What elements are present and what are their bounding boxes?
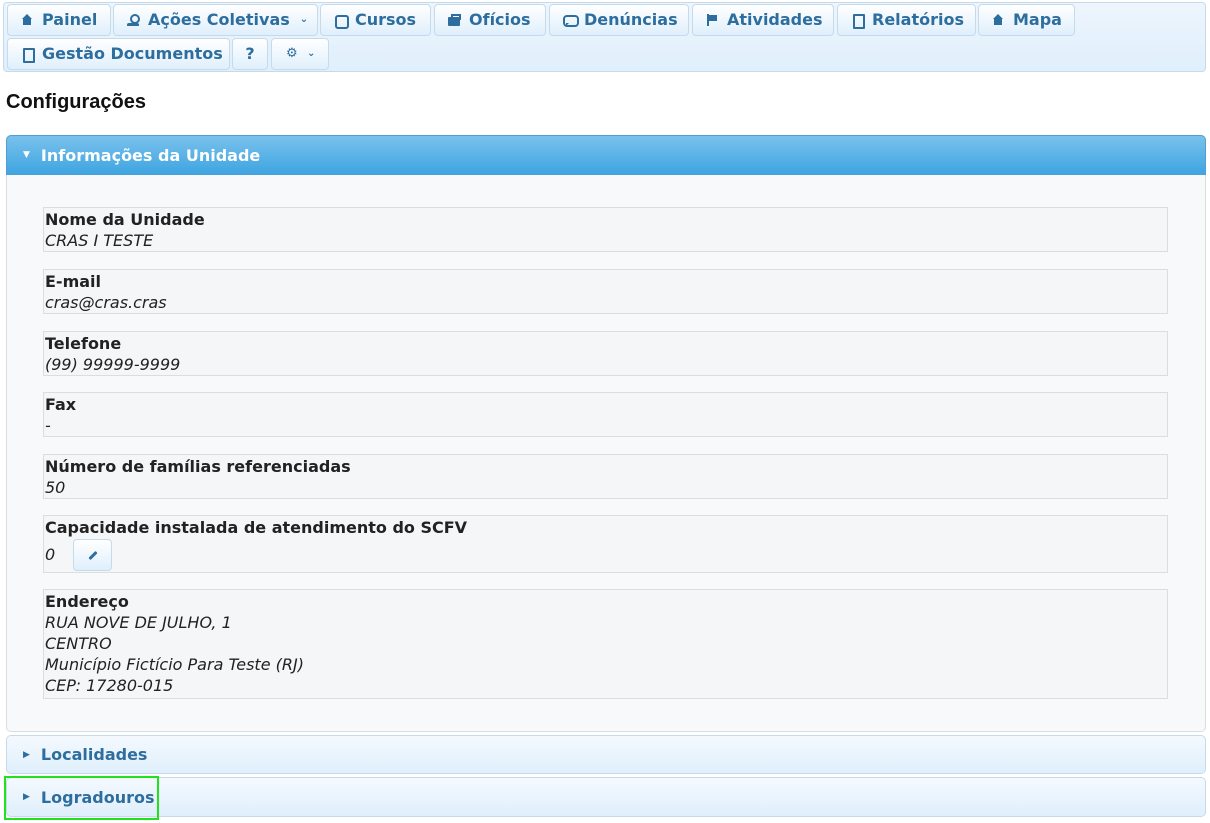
chevron-down-icon: ⌄ <box>299 14 309 25</box>
home-icon <box>21 14 33 26</box>
field-capacidade-scfv: Capacidade instalada de atendimento do S… <box>43 515 1168 573</box>
flag-icon <box>706 14 718 26</box>
field-value: 0 <box>45 545 56 564</box>
menu-oficios-label: Ofícios <box>469 10 531 29</box>
accordion-logradouros-title: Logradouros <box>40 787 155 807</box>
field-fax: Fax - <box>43 392 1168 437</box>
chevron-down-icon: ⌄ <box>307 48 316 59</box>
menu-painel-label: Painel <box>42 10 98 29</box>
page-title: Configurações <box>6 91 147 113</box>
field-value: - <box>45 416 51 435</box>
field-label: Nome da Unidade <box>45 210 205 229</box>
settings-menu-button[interactable]: ⚙ ⌄ <box>271 38 329 70</box>
field-value: (99) 99999-9999 <box>45 355 181 374</box>
field-value: 50 <box>45 478 66 497</box>
address-line: RUA NOVE DE JULHO, 1 <box>45 613 232 632</box>
menu-denuncias-button[interactable]: Denúncias <box>549 4 689 36</box>
help-label: ? <box>245 44 255 63</box>
home-icon <box>992 14 1004 26</box>
field-label: Capacidade instalada de atendimento do S… <box>45 518 468 537</box>
menu-relatorios-button[interactable]: Relatórios <box>837 4 976 36</box>
menu-denuncias-label: Denúncias <box>584 10 678 29</box>
menu-acoes-coletivas-label: Ações Coletivas <box>148 10 290 29</box>
field-label: Número de famílias referenciadas <box>45 457 351 476</box>
address-line: CENTRO <box>45 634 112 653</box>
menu-relatorios-label: Relatórios <box>872 10 964 29</box>
field-familias-referenciadas: Número de famílias referenciadas 50 <box>43 454 1168 499</box>
help-button[interactable]: ? <box>232 38 268 70</box>
field-label: E-mail <box>45 272 102 291</box>
menu-painel-button[interactable]: Painel <box>7 4 111 36</box>
field-telefone: Telefone (99) 99999-9999 <box>43 331 1168 376</box>
document-icon <box>21 48 35 63</box>
menu-cursos-button[interactable]: Cursos <box>320 4 431 36</box>
document-icon <box>851 14 865 29</box>
pencil-icon <box>87 550 98 560</box>
field-email: E-mail cras@cras.cras <box>43 269 1168 314</box>
field-value: CRAS I TESTE <box>45 231 154 250</box>
accordion-localidades-header[interactable]: ▶ Localidades <box>6 735 1206 774</box>
accordion-informacoes-panel: Nome da Unidade CRAS I TESTE E-mail cras… <box>6 175 1206 732</box>
triangle-right-icon: ▶ <box>23 749 30 760</box>
address-line: Município Fictício Para Teste (RJ) <box>45 655 304 674</box>
menu-atividades-button[interactable]: Atividades <box>692 4 834 36</box>
menu-gestao-documentos-button[interactable]: Gestão Documentos <box>7 38 230 70</box>
accordion-informacoes-header[interactable]: ▼ Informações da Unidade <box>6 135 1206 175</box>
main-menu-bar: Painel Ações Coletivas ⌄ Cursos Ofícios … <box>3 2 1206 72</box>
field-label: Telefone <box>45 334 122 353</box>
menu-mapa-button[interactable]: Mapa <box>978 4 1075 36</box>
menu-gestao-documentos-label: Gestão Documentos <box>42 44 223 63</box>
cursos-icon <box>334 14 349 29</box>
accordion-localidades-title: Localidades <box>40 745 148 764</box>
menu-oficios-button[interactable]: Ofícios <box>434 4 546 36</box>
triangle-down-icon: ▼ <box>23 150 30 160</box>
menu-atividades-label: Atividades <box>727 10 823 29</box>
edit-capacidade-button[interactable] <box>73 539 112 571</box>
field-nome-unidade: Nome da Unidade CRAS I TESTE <box>43 207 1168 252</box>
chat-icon <box>563 14 579 27</box>
field-label: Endereço <box>45 592 129 611</box>
gear-icon: ⚙ <box>286 46 298 61</box>
field-endereco: Endereço RUA NOVE DE JULHO, 1 CENTRO Mun… <box>43 589 1168 699</box>
menu-mapa-label: Mapa <box>1013 10 1062 29</box>
menu-acoes-coletivas-button[interactable]: Ações Coletivas ⌄ <box>113 4 318 36</box>
accordion-logradouros-header[interactable]: ▶ Logradouros <box>6 777 1206 817</box>
field-label: Fax <box>45 395 77 414</box>
field-value: cras@cras.cras <box>45 293 167 312</box>
address-line: CEP: 17280-015 <box>45 676 174 695</box>
accordion-informacoes-title: Informações da Unidade <box>40 145 261 165</box>
oficio-icon <box>448 14 461 26</box>
user-icon <box>127 14 140 26</box>
triangle-right-icon: ▶ <box>23 792 30 802</box>
menu-cursos-label: Cursos <box>355 10 417 29</box>
